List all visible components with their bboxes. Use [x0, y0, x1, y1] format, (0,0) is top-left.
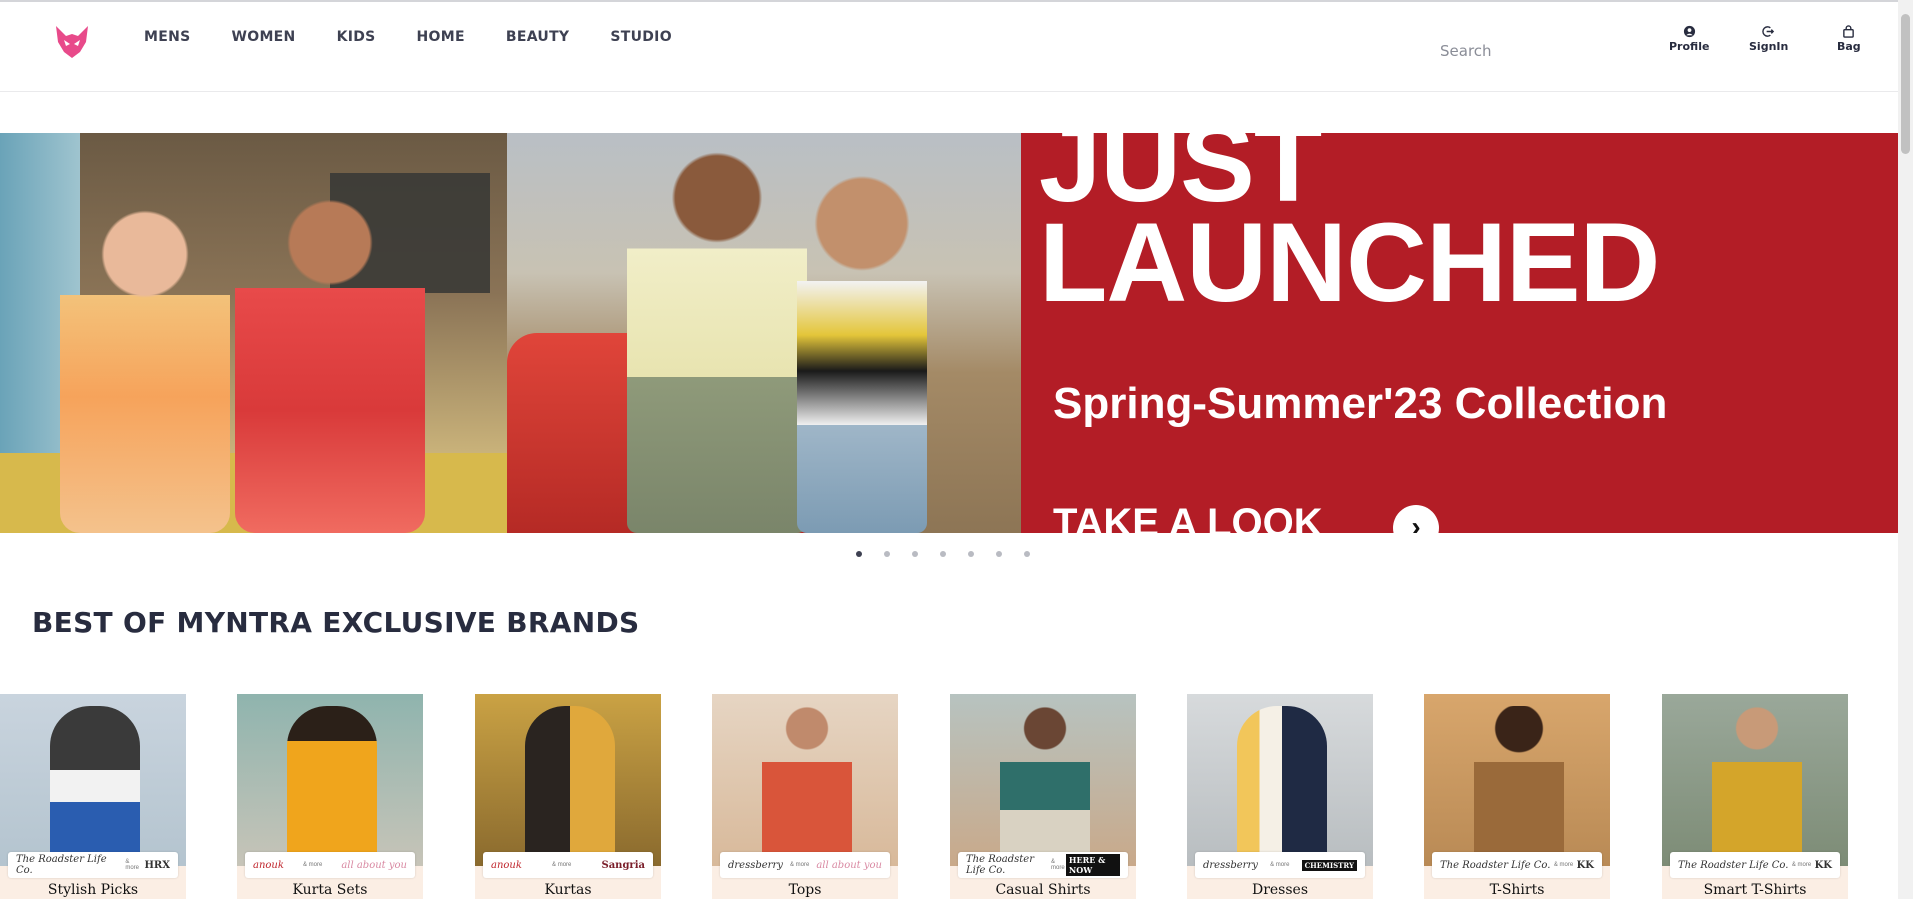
nav-item-kids[interactable]: KIDS: [337, 29, 376, 45]
brand-logo-more: & more: [302, 862, 323, 868]
search-input[interactable]: [1440, 40, 1600, 62]
nav-item-beauty[interactable]: BEAUTY: [506, 29, 570, 45]
carousel-dot-5[interactable]: [968, 551, 974, 557]
card-brand-logos: anouk & more all about you: [245, 852, 415, 878]
carousel-dot-7[interactable]: [1024, 551, 1030, 557]
user-icon: [1683, 25, 1695, 38]
card-image: [950, 694, 1136, 866]
section-title: BEST OF MYNTRA EXCLUSIVE BRANDS: [32, 606, 640, 639]
nav-item-studio[interactable]: STUDIO: [610, 29, 672, 45]
chevron-right-icon[interactable]: ›: [1393, 505, 1439, 533]
card-label: Kurtas: [544, 882, 592, 898]
brand-logo-left: dressberry: [728, 859, 783, 871]
brand-logo-left: The Roadster Life Co.: [966, 854, 1034, 876]
banner-subtitle: Spring-Summer'23 Collection: [1053, 379, 1668, 428]
card-image: [0, 694, 186, 866]
card-image: [1662, 694, 1848, 866]
brand-logo-more: & more: [789, 862, 810, 868]
brand-logo-more: & more: [552, 862, 572, 868]
signin-button[interactable]: SignIn: [1749, 25, 1788, 53]
brand-card[interactable]: The Roadster Life Co. & more KK T-Shirts: [1424, 694, 1610, 899]
brand-logo-right: KK: [1576, 859, 1594, 871]
nav-item-women[interactable]: WOMEN: [232, 29, 296, 45]
brand-logo-more: & more: [1553, 862, 1574, 868]
card-brand-logos: The Roadster Life Co. & more HRX: [8, 852, 178, 878]
brand-logo-more: & more: [125, 859, 139, 871]
brand-card[interactable]: anouk & more all about you Kurta Sets: [237, 694, 423, 899]
brand-logo-right: CHEMISTRY: [1301, 859, 1357, 871]
brand-card[interactable]: The Roadster Life Co. & more KK Smart T-Sh…: [1662, 694, 1848, 899]
brand-logo-right: HRX: [144, 859, 170, 871]
brand-logo-left: anouk: [253, 859, 284, 871]
hero-banner[interactable]: JUST LAUNCHED Spring-Summer'23 Collectio…: [0, 133, 1898, 533]
bag-icon: [1843, 25, 1855, 38]
nav-item-home[interactable]: HOME: [417, 29, 465, 45]
card-brand-logos: dressberry & more CHEMISTRY: [1195, 852, 1365, 878]
nav-item-mens[interactable]: MENS: [144, 29, 191, 45]
page-scrollbar[interactable]: [1898, 0, 1913, 899]
carousel-dot-3[interactable]: [912, 551, 918, 557]
brand-logo-icon[interactable]: [52, 24, 92, 60]
scrollbar-thumb[interactable]: [1901, 14, 1910, 154]
brand-logo-right: HERE & NOW: [1065, 854, 1120, 876]
brand-logo-more: & more: [1791, 862, 1812, 868]
brand-logo-left: The Roadster Life Co.: [16, 854, 107, 876]
brand-logo-right: all about you: [341, 859, 407, 871]
card-label: Tops: [788, 882, 822, 898]
brand-cards-row: The Roadster Life Co. & more HRX Stylish P…: [0, 694, 1898, 899]
brand-logo-right: Sangria: [601, 859, 645, 871]
banner-photo-women: [0, 133, 507, 533]
banner-promo-panel: JUST LAUNCHED Spring-Summer'23 Collectio…: [1021, 133, 1898, 533]
card-image: [1424, 694, 1610, 866]
card-image: [712, 694, 898, 866]
brand-card[interactable]: dressberry & more all about you Tops: [712, 694, 898, 899]
brand-logo-left: dressberry: [1203, 859, 1258, 871]
brand-card[interactable]: The Roadster Life Co. & more HERE & NOW Ca…: [950, 694, 1136, 899]
brand-logo-more: & more: [1051, 859, 1065, 871]
banner-title: JUST LAUNCHED: [1039, 133, 1660, 325]
site-header: MENS WOMEN KIDS HOME BEAUTY STUDIO Profi…: [0, 0, 1898, 92]
card-label: Dresses: [1251, 882, 1309, 898]
card-brand-logos: dressberry & more all about you: [720, 852, 890, 878]
profile-label: Profile: [1669, 40, 1710, 53]
brand-logo-left: The Roadster Life Co.: [1678, 859, 1789, 871]
signin-label: SignIn: [1749, 40, 1789, 53]
carousel-dot-4[interactable]: [940, 551, 946, 557]
banner-cta-text[interactable]: TAKE A LOOK: [1053, 501, 1323, 533]
card-brand-logos: The Roadster Life Co. & more KK: [1670, 852, 1840, 878]
main-nav: MENS WOMEN KIDS HOME BEAUTY STUDIO: [144, 29, 713, 45]
card-label: Casual Shirts: [995, 882, 1091, 898]
bag-button[interactable]: Bag: [1837, 25, 1861, 53]
brand-card[interactable]: anouk & more Sangria Kurtas: [475, 694, 661, 899]
card-image: [475, 694, 661, 866]
card-image: [237, 694, 423, 866]
card-label: T-Shirts: [1489, 882, 1545, 898]
card-label: Stylish Picks: [47, 882, 139, 898]
carousel-dot-1[interactable]: [856, 551, 862, 557]
signin-icon: [1762, 26, 1775, 37]
carousel-dots: [856, 551, 1030, 557]
bag-label: Bag: [1837, 40, 1861, 53]
card-brand-logos: anouk & more Sangria: [483, 852, 653, 878]
banner-photo-men: [507, 133, 1021, 533]
brand-logo-right: all about you: [816, 859, 882, 871]
card-image: [1187, 694, 1373, 866]
card-label: Kurta Sets: [292, 882, 368, 898]
card-label: Smart T-Shirts: [1703, 882, 1807, 898]
brand-logo-right: KK: [1814, 859, 1832, 871]
brand-logo-more: & more: [1270, 862, 1290, 868]
brand-logo-left: The Roadster Life Co.: [1440, 859, 1551, 871]
carousel-dot-6[interactable]: [996, 551, 1002, 557]
banner-title-line2: LAUNCHED: [1039, 200, 1660, 325]
brand-card[interactable]: The Roadster Life Co. & more HRX Stylish P…: [0, 694, 186, 899]
brand-card[interactable]: dressberry & more CHEMISTRY Dresses: [1187, 694, 1373, 899]
brand-logo-left: anouk: [491, 859, 522, 871]
card-brand-logos: The Roadster Life Co. & more KK: [1432, 852, 1602, 878]
profile-button[interactable]: Profile: [1669, 25, 1709, 53]
card-brand-logos: The Roadster Life Co. & more HERE & NOW: [958, 852, 1128, 878]
carousel-dot-2[interactable]: [884, 551, 890, 557]
